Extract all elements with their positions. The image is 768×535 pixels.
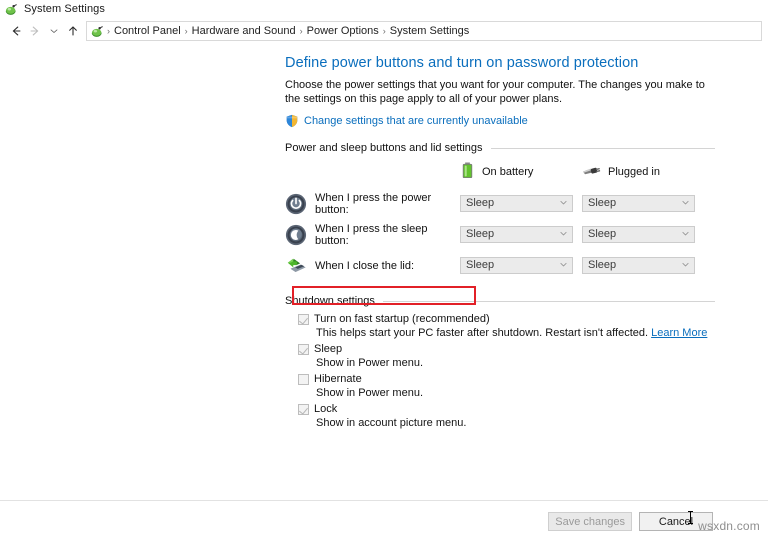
section-title-shutdown: Shutdown settings — [285, 295, 383, 307]
forward-arrow-icon — [25, 21, 44, 41]
footer-actions: Save changes Cancel — [0, 508, 768, 535]
power-options-icon — [5, 3, 18, 16]
uac-shield-icon — [285, 114, 299, 128]
address-bar[interactable]: › Control Panel › Hardware and Sound › P… — [86, 21, 762, 41]
dropdown-power-button-on-battery[interactable]: Sleep — [460, 195, 573, 212]
checkbox-label-lock: Lock — [314, 403, 337, 415]
dropdown-value: Sleep — [588, 196, 616, 211]
change-unavailable-settings-link[interactable]: Change settings that are currently unava… — [304, 115, 528, 127]
setting-label-power-button: When I press the power button: — [315, 192, 460, 216]
dropdown-value: Sleep — [588, 258, 616, 273]
power-options-icon — [91, 25, 104, 38]
back-arrow-icon[interactable] — [6, 21, 25, 41]
section-title-power-sleep: Power and sleep buttons and lid settings — [285, 142, 491, 154]
sleep-moon-icon — [285, 224, 307, 246]
dropdown-value: Sleep — [466, 227, 494, 242]
dropdown-value: Sleep — [466, 196, 494, 211]
shutdown-settings-section: Shutdown settings Turn on fast startup (… — [285, 295, 715, 430]
checkbox-row-lock[interactable]: Lock — [285, 403, 715, 415]
checkbox-label-sleep: Sleep — [314, 343, 342, 355]
checkbox-row-fast-startup[interactable]: Turn on fast startup (recommended) — [285, 313, 715, 325]
dropdown-value: Sleep — [588, 227, 616, 242]
setting-row-power-button: When I press the power button: Sleep Sle… — [285, 188, 715, 219]
setting-row-sleep-button: When I press the sleep button: Sleep Sle… — [285, 219, 715, 250]
breadcrumb-hardware-and-sound[interactable]: Hardware and Sound — [189, 25, 299, 37]
column-headers: On battery Plugged in — [285, 160, 715, 184]
dropdown-close-lid-plugged-in[interactable]: Sleep — [582, 257, 695, 274]
save-changes-button[interactable]: Save changes — [548, 512, 632, 531]
chevron-down-icon — [681, 229, 690, 241]
chevron-down-icon — [559, 229, 568, 241]
chevron-down-icon — [559, 198, 568, 210]
section-header-shutdown: Shutdown settings — [285, 295, 715, 307]
breadcrumb-system-settings[interactable]: System Settings — [387, 25, 472, 37]
checkbox-sleep[interactable] — [298, 344, 309, 355]
navigation-bar: › Control Panel › Hardware and Sound › P… — [0, 18, 768, 44]
note-text-fast-startup: This helps start your PC faster after sh… — [316, 327, 648, 339]
column-label-plugged-in: Plugged in — [608, 166, 660, 178]
checkbox-lock[interactable] — [298, 404, 309, 415]
window-title-bar: System Settings — [0, 0, 768, 18]
footer-divider — [0, 500, 768, 501]
checkbox-label-hibernate: Hibernate — [314, 373, 362, 385]
checkbox-row-sleep[interactable]: Sleep — [285, 343, 715, 355]
column-plugged-in: Plugged in — [582, 164, 704, 181]
learn-more-link[interactable]: Learn More — [651, 327, 707, 339]
up-arrow-icon[interactable] — [63, 21, 82, 41]
chevron-down-icon — [681, 198, 690, 210]
laptop-lid-icon — [285, 255, 307, 277]
note-hibernate: Show in Power menu. — [285, 387, 715, 400]
checkbox-fast-startup[interactable] — [298, 314, 309, 325]
setting-label-sleep-button: When I press the sleep button: — [315, 223, 460, 247]
setting-row-close-lid: When I close the lid: Sleep Sleep — [285, 250, 715, 281]
note-lock: Show in account picture menu. — [285, 417, 715, 430]
chevron-down-icon — [681, 260, 690, 272]
dropdown-value: Sleep — [466, 258, 494, 273]
dropdown-sleep-button-on-battery[interactable]: Sleep — [460, 226, 573, 243]
page-title: Define power buttons and turn on passwor… — [285, 55, 715, 71]
settings-content: Define power buttons and turn on passwor… — [285, 55, 715, 430]
chevron-down-icon[interactable] — [44, 21, 63, 41]
change-unavailable-settings-row[interactable]: Change settings that are currently unava… — [285, 114, 715, 128]
setting-label-close-lid: When I close the lid: — [315, 260, 460, 272]
dropdown-close-lid-on-battery[interactable]: Sleep — [460, 257, 573, 274]
checkbox-label-fast-startup: Turn on fast startup (recommended) — [314, 313, 490, 325]
section-divider — [491, 148, 715, 149]
section-header-power-sleep: Power and sleep buttons and lid settings — [285, 142, 715, 154]
column-label-on-battery: On battery — [482, 166, 533, 178]
watermark: wsxdn.com — [698, 519, 760, 533]
dropdown-power-button-plugged-in[interactable]: Sleep — [582, 195, 695, 212]
column-on-battery: On battery — [460, 162, 582, 182]
power-plug-icon — [582, 164, 601, 181]
breadcrumb-power-options[interactable]: Power Options — [304, 25, 382, 37]
page-description: Choose the power settings that you want … — [285, 78, 705, 106]
chevron-down-icon — [559, 260, 568, 272]
breadcrumb-control-panel[interactable]: Control Panel — [111, 25, 184, 37]
window-title: System Settings — [24, 3, 105, 15]
section-divider — [383, 301, 715, 302]
text-cursor — [690, 511, 691, 524]
dropdown-sleep-button-plugged-in[interactable]: Sleep — [582, 226, 695, 243]
note-fast-startup: This helps start your PC faster after sh… — [285, 327, 715, 340]
power-button-icon — [285, 193, 307, 215]
battery-icon — [460, 162, 475, 182]
checkbox-row-hibernate[interactable]: Hibernate — [285, 373, 715, 385]
checkbox-hibernate[interactable] — [298, 374, 309, 385]
note-sleep: Show in Power menu. — [285, 357, 715, 370]
